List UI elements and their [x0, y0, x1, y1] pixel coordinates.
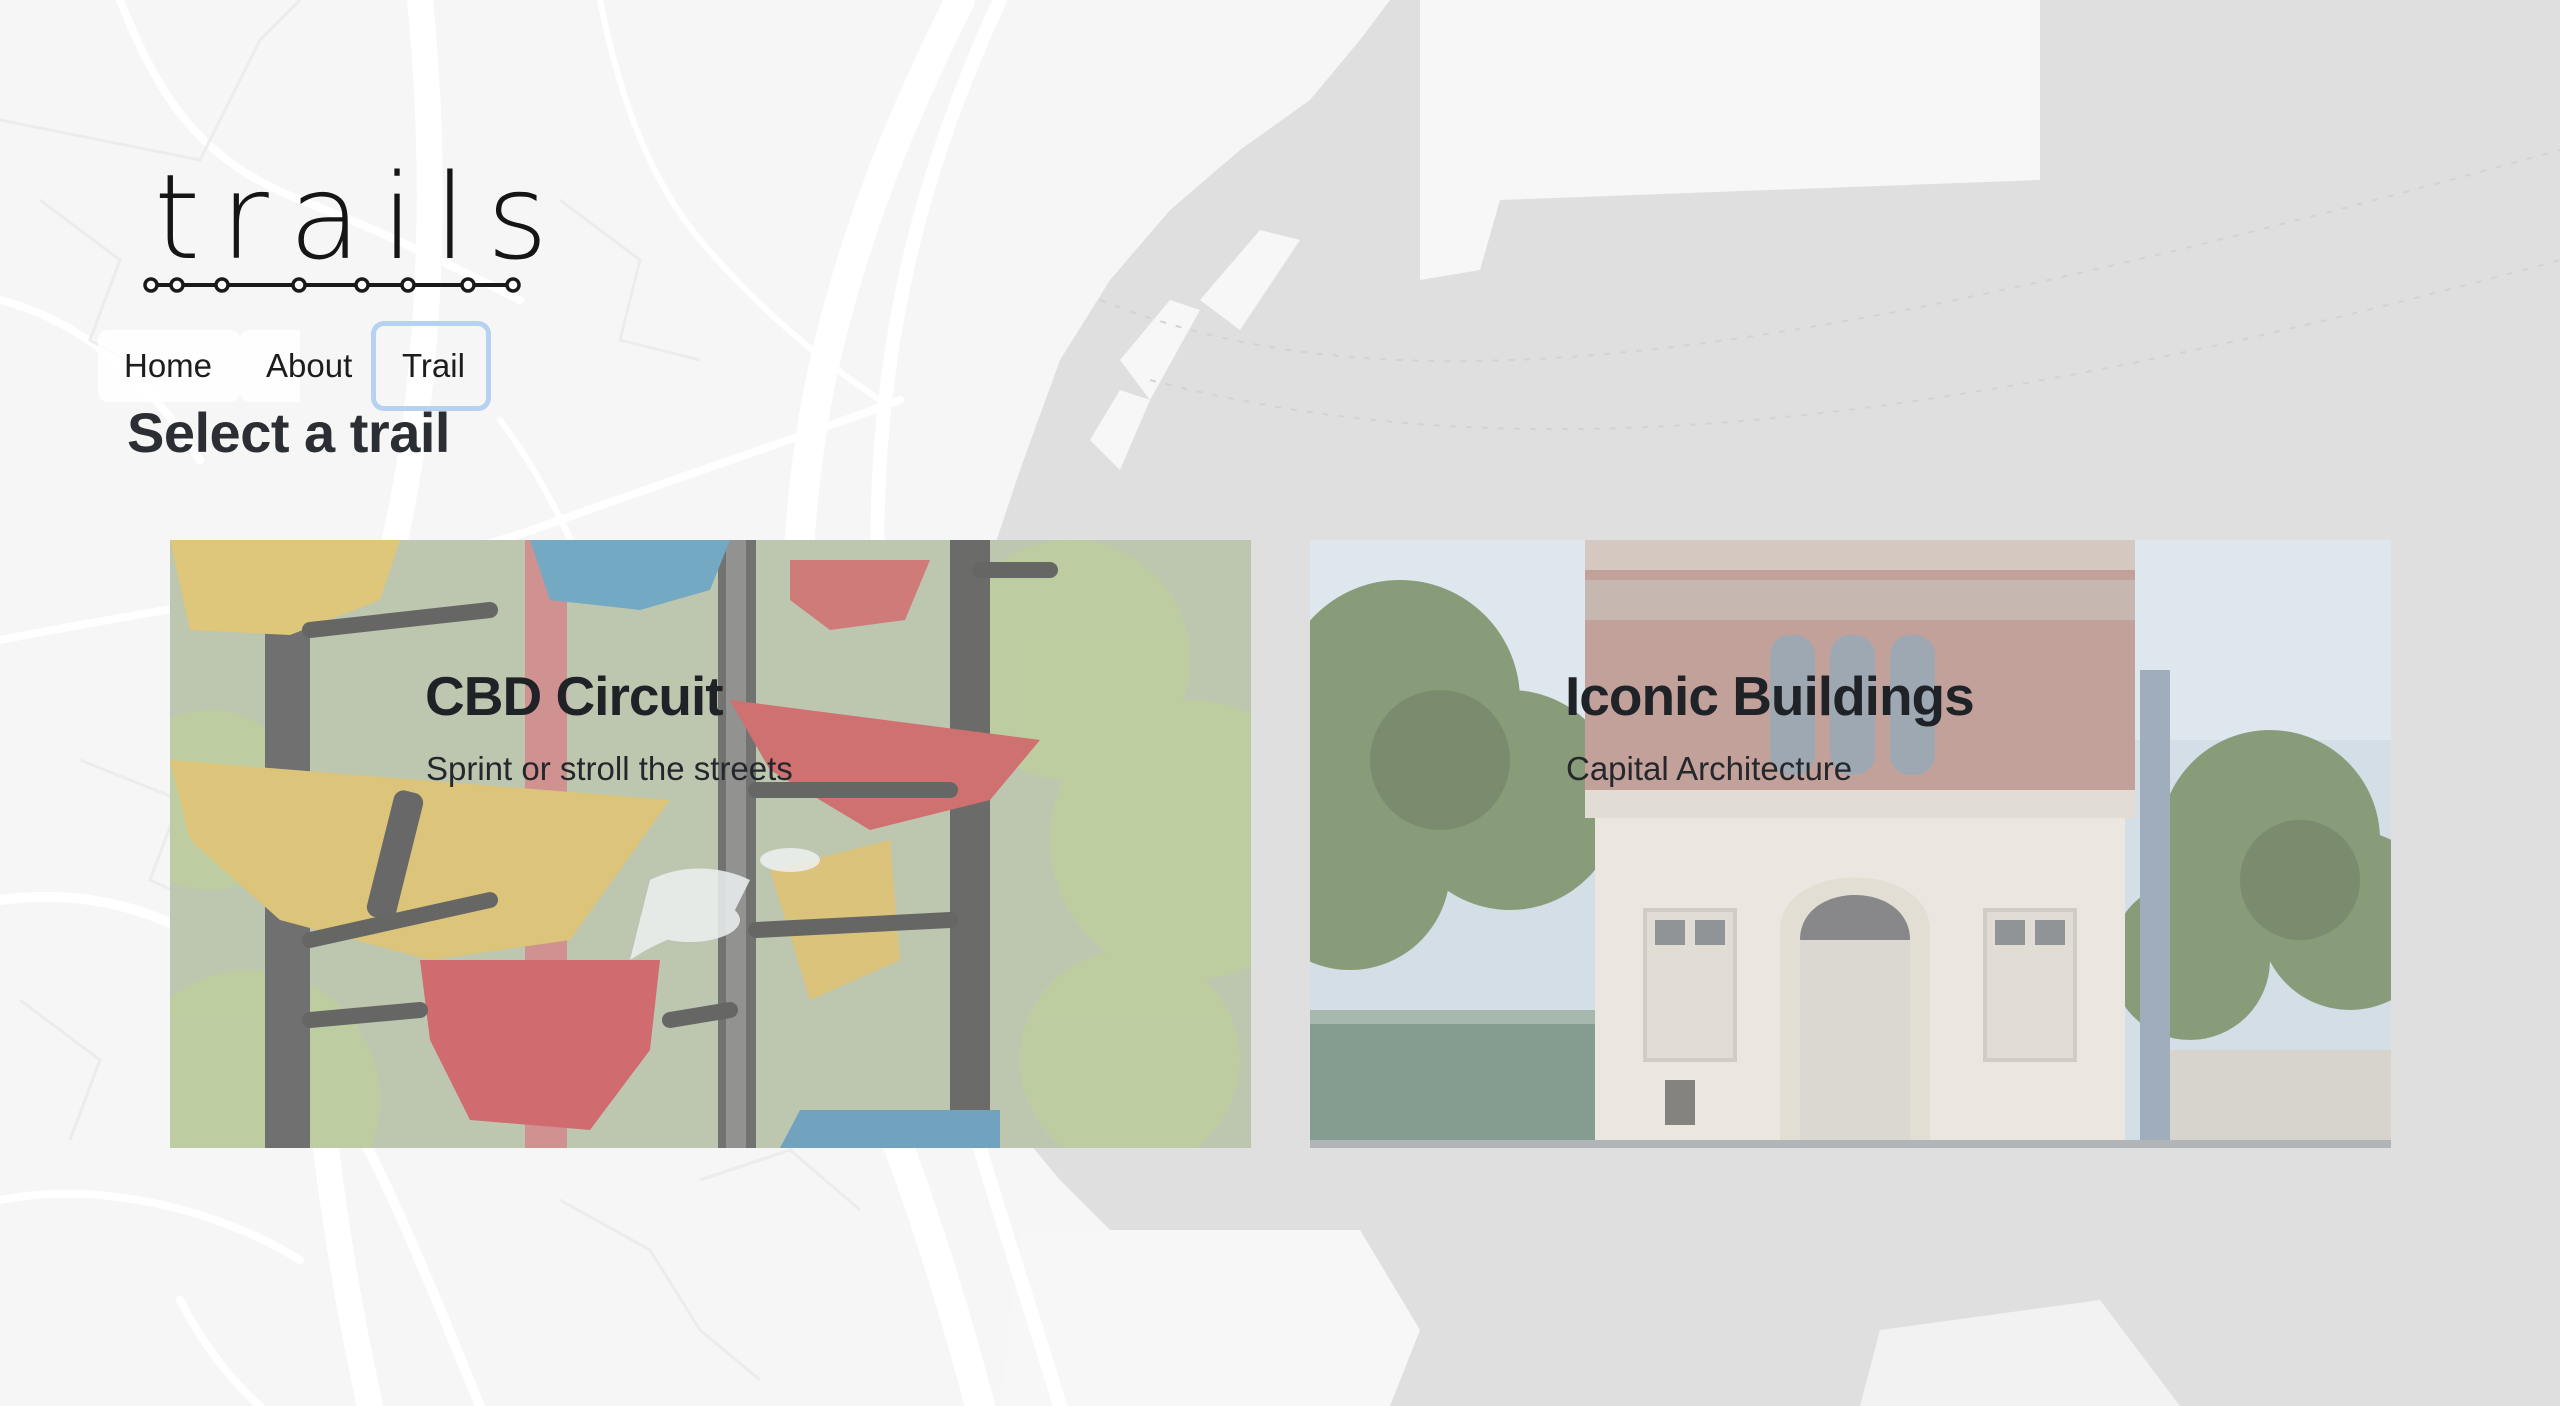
nav-trail-link[interactable]: Trail [376, 326, 486, 406]
logo-trail-line [143, 277, 521, 293]
trail-card-cbd-circuit[interactable]: CBD Circuit Sprint or stroll the streets [170, 540, 1251, 1148]
main-nav: Home About Trail [98, 330, 486, 406]
nav-home-link[interactable]: Home [98, 330, 240, 402]
trail-card-iconic-buildings[interactable]: Iconic Buildings Capital Architecture [1310, 540, 2391, 1148]
card-overlay [1310, 540, 2391, 1148]
nav-about-link[interactable]: About [240, 330, 376, 402]
page-title: Select a trail [127, 401, 450, 464]
card-subtitle: Sprint or stroll the streets [426, 750, 793, 787]
trails-logo[interactable]: trails [140, 150, 548, 300]
card-title: Iconic Buildings [1565, 665, 1975, 727]
card-title: CBD Circuit [425, 665, 724, 727]
card-subtitle: Capital Architecture [1566, 750, 1853, 787]
logo-text: trails [154, 148, 569, 286]
card-overlay [170, 540, 1251, 1148]
